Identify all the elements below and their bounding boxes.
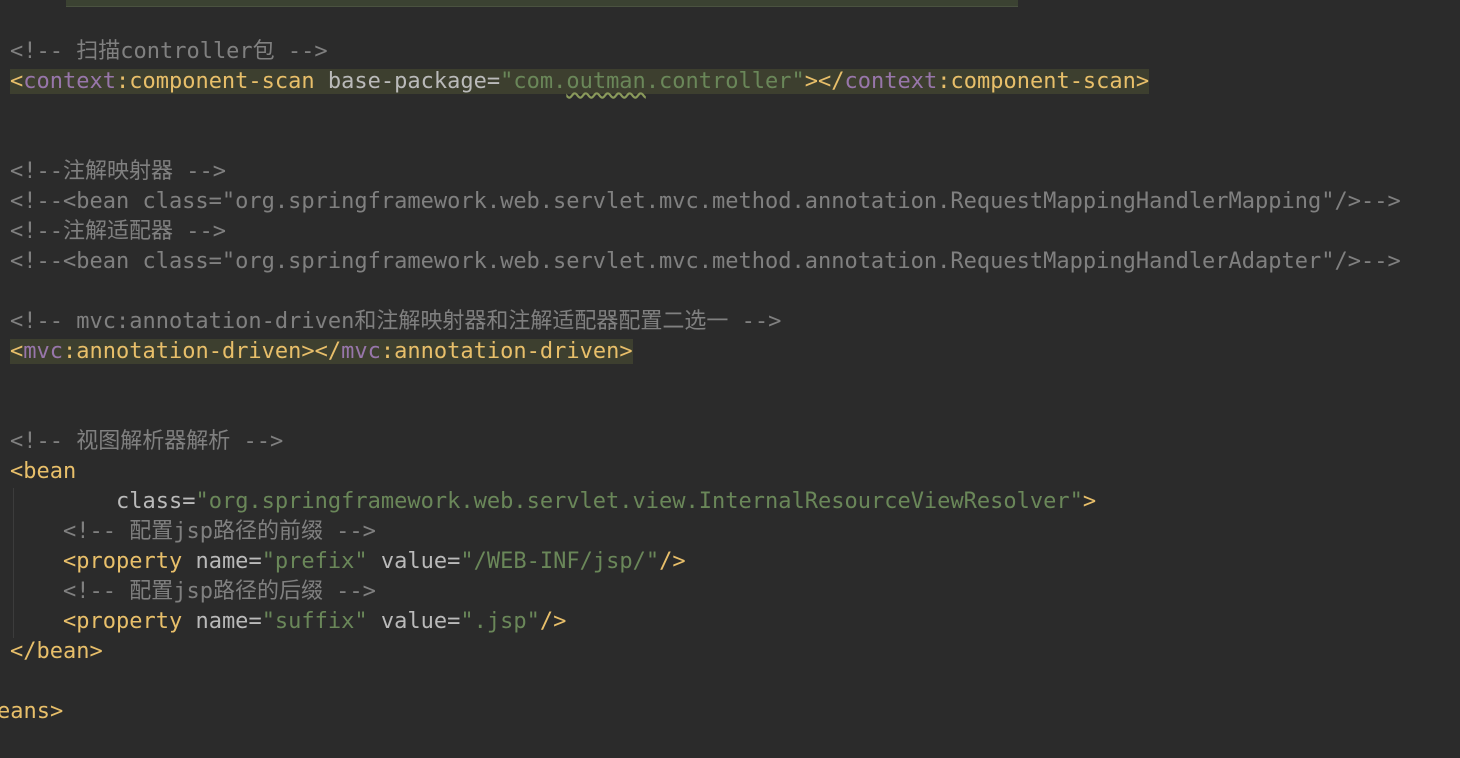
tag-bracket: < [10,339,24,364]
equals-sign: = [248,549,262,574]
code-line-comment-mapper: <!--注解映射器 --> [10,159,226,184]
tag-bracket: ></ [804,69,845,94]
attribute-value: "com. [500,69,567,94]
attribute-value: ".jsp" [460,609,540,634]
equals-sign: = [447,609,461,634]
code-line-comment-adapter: <!--注解适配器 --> [10,219,226,244]
code-line-comment-mapping-bean: <!--<bean class="org.springframework.web… [10,189,1401,214]
equals-sign: = [248,609,262,634]
component-scan-highlight: <context:component-scan base-package="co… [10,69,1150,94]
code-line-bean-open: <bean [10,459,77,484]
attribute-name: name [182,609,249,634]
tag-bracket: /> [539,609,567,634]
code-editor[interactable]: <!-- 扫描controller包 --> <context:componen… [0,0,1460,758]
code-line-property-suffix: <property name="suffix" value=".jsp"/> [10,607,566,637]
attribute-name: name [182,549,249,574]
attribute-value: "suffix" [261,609,368,634]
tag-name: annotation-driven [394,339,620,364]
namespace-prefix: mvc [341,339,381,364]
tag-separator: : [63,339,77,364]
equals-sign: = [182,489,196,514]
code-line-property-prefix: <property name="prefix" value="/WEB-INF/… [10,547,686,577]
attribute-name: class [115,489,183,514]
tag-bracket: < [10,69,24,94]
highlighted-line-fragment [66,0,1018,7]
code-line-comment-adapter-bean: <!--<bean class="org.springframework.web… [10,249,1401,274]
tag-name: component-scan [129,69,315,94]
spellcheck-squiggle-word: outman [566,69,646,94]
tag-name: annotation-driven [76,339,302,364]
attribute-name: base-package [314,69,487,94]
code-line-annotation-driven: <mvc:annotation-driven></mvc:annotation-… [10,337,633,367]
code-line-component-scan: <context:component-scan base-package="co… [10,67,1150,97]
tag-name: <property [62,549,183,574]
attribute-name: value [367,609,448,634]
attribute-value: "prefix" [261,549,368,574]
equals-sign: = [486,69,501,94]
namespace-prefix: context [844,69,938,94]
tag-name: component-scan [950,69,1136,94]
tag-bracket: > [619,339,633,364]
code-line-comment-scan: <!-- 扫描controller包 --> [10,39,328,64]
attribute-value: "org.springframework.web.servlet.view.In… [195,489,1083,514]
code-line-bean-close: </bean> [10,639,103,664]
tag-separator: : [115,69,130,94]
equals-sign: = [447,549,461,574]
tag-separator: : [380,339,395,364]
code-line-comment-suffix: <!-- 配置jsp路径的后缀 --> [10,579,376,604]
code-line-comment-prefix: <!-- 配置jsp路径的前缀 --> [10,519,376,544]
namespace-prefix: context [23,69,116,94]
tag-bracket: /> [659,549,686,574]
tag-separator: : [937,69,951,94]
tag-bracket: > [1135,69,1150,94]
attribute-name: value [367,549,448,574]
namespace-prefix: mvc [23,339,63,364]
annotation-driven-highlight: <mvc:annotation-driven></mvc:annotation-… [10,339,633,364]
code-line-comment-mvc: <!-- mvc:annotation-driven和注解映射器和注解适配器配置… [10,309,782,334]
tag-bracket: ></ [301,339,342,364]
attribute-value: .controller" [645,69,805,94]
tag-bracket: > [1082,489,1097,514]
code-line-comment-view: <!-- 视图解析器解析 --> [10,429,284,454]
code-line-bean-class: class="org.springframework.web.servlet.v… [10,487,1096,517]
code-line-beans-close: eans> [0,699,64,724]
attribute-value: "/WEB-INF/jsp/" [460,549,660,574]
tag-name: <property [62,609,183,634]
